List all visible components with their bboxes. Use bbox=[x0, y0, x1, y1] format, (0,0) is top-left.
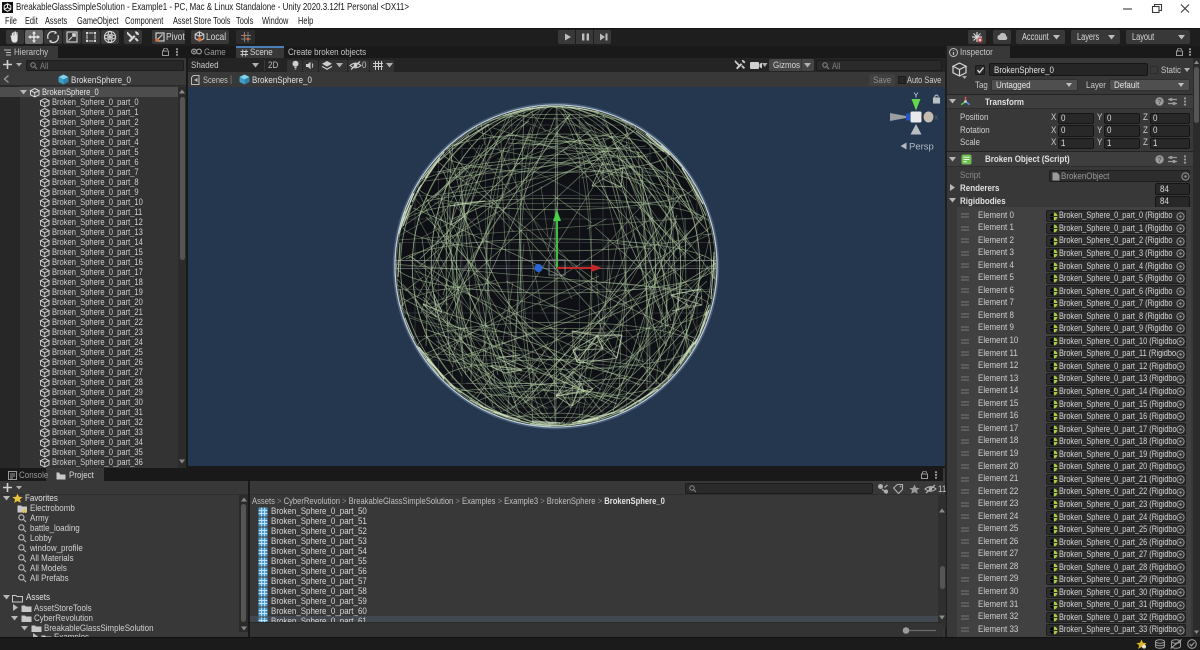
svg-text:?: ? bbox=[1158, 99, 1162, 106]
svg-text:Y: Y bbox=[914, 91, 919, 100]
svg-text:x: x bbox=[935, 115, 939, 122]
svg-text:Persp: Persp bbox=[909, 142, 934, 153]
svg-text:?: ? bbox=[1158, 157, 1162, 164]
